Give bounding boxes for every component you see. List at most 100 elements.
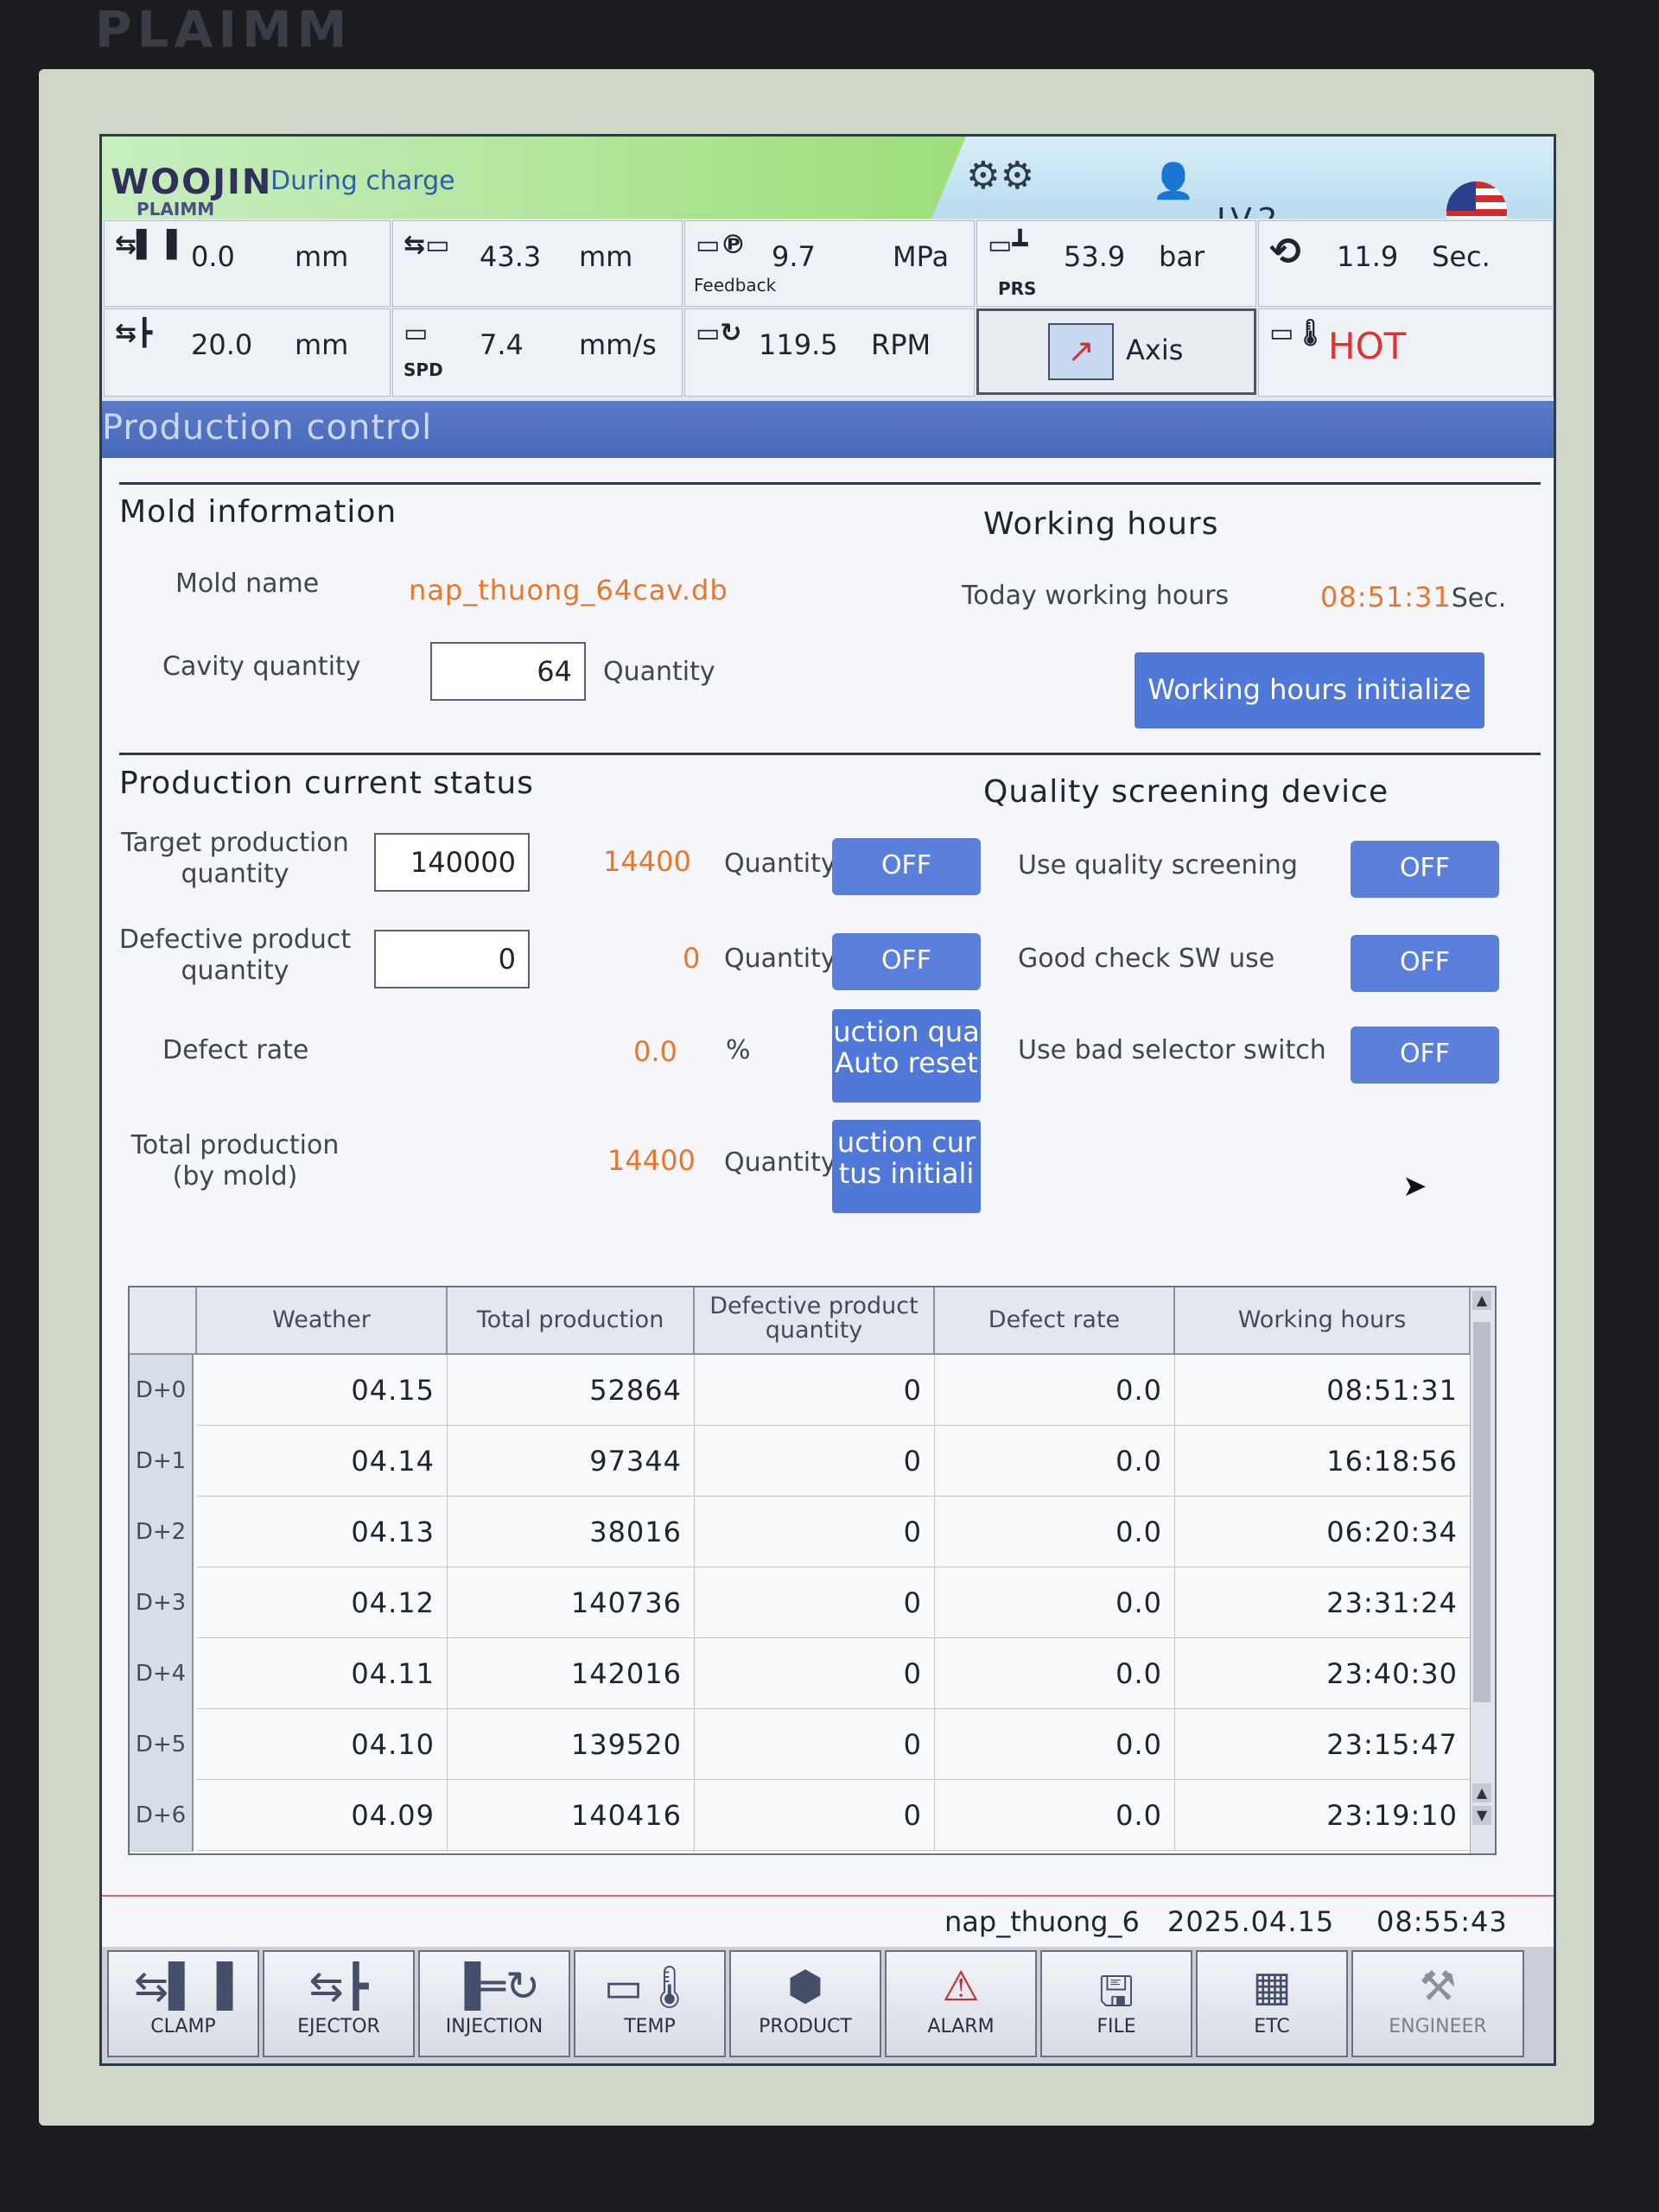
row-header: D+0 — [130, 1355, 194, 1427]
production-history-table: Weather Total production Defective produ… — [128, 1286, 1497, 1855]
cell-date: 04.09 — [197, 1780, 448, 1851]
cell-date: 04.11 — [197, 1638, 448, 1709]
nav-alarm[interactable]: ⚠ ALARM — [885, 1950, 1037, 2057]
axis-button[interactable]: ↗ Axis — [976, 308, 1256, 395]
cell-rate: 0.0 — [935, 1567, 1175, 1638]
defective-quantity-unit: Quantity — [724, 944, 836, 974]
row-header: D+4 — [130, 1638, 194, 1710]
clamp-position-cell: ⇆▌▐ 0.0 mm — [104, 220, 391, 307]
nav-injection[interactable]: ▐═↻ INJECTION — [418, 1950, 570, 2057]
status-initialize-line2: tus initiali — [838, 1157, 975, 1190]
nav-file[interactable]: 🖫 FILE — [1040, 1950, 1192, 2057]
table-corner-header — [130, 1287, 197, 1355]
nav-label: ENGINEER — [1389, 2016, 1487, 2037]
target-quantity-toggle[interactable]: OFF — [832, 838, 981, 895]
footer-status-bar: nap_thuong_6 2025.04.15 08:55:43 — [102, 1895, 1554, 1948]
cell-defective: 0 — [695, 1355, 935, 1426]
target-quantity-input[interactable]: 140000 — [374, 833, 530, 892]
cell-date: 04.12 — [197, 1567, 448, 1638]
nav-temp[interactable]: ▭🌡 TEMP — [574, 1950, 726, 2057]
settings-gear-icon[interactable]: ⚙⚙ — [966, 154, 1034, 198]
rpm-cell: ▭↻ 119.5 RPM — [684, 308, 975, 397]
ejector-nav-icon: ⇆┣ — [308, 1962, 369, 2011]
product-nav-icon: ⬢ — [787, 1962, 823, 2011]
speed-cell: ▭ SPD 7.4 mm/s — [392, 308, 683, 397]
row-header: D+3 — [130, 1567, 194, 1639]
column-header-rate: Defect rate — [935, 1287, 1175, 1355]
target-quantity-current: 14400 — [603, 845, 691, 878]
cell-hours: 06:20:34 — [1175, 1497, 1471, 1567]
scroll-thumb[interactable] — [1473, 1322, 1491, 1702]
cell-rate: 0.0 — [935, 1709, 1175, 1780]
defective-quantity-input[interactable]: 0 — [374, 930, 530, 988]
screw-position-value: 43.3 — [480, 240, 542, 273]
thermometer-nav-icon: ▭🌡 — [603, 1963, 696, 2012]
quality-item-label: Use bad selector switch — [1018, 1035, 1326, 1065]
pressure-feedback-cell: ▭℗ Feedback 9.7 MPa — [684, 220, 975, 307]
cell-rate: 0.0 — [935, 1426, 1175, 1497]
scroll-up-small-icon[interactable]: ▲ — [1472, 1783, 1491, 1802]
nav-ejector[interactable]: ⇆┣ EJECTOR — [263, 1950, 415, 2057]
nav-label: EJECTOR — [297, 2016, 380, 2037]
auto-reset-line2: Auto reset — [835, 1046, 978, 1079]
cell-hours: 08:51:31 — [1175, 1355, 1471, 1426]
nav-label: PRODUCT — [759, 2016, 852, 2037]
speed-icon: ▭ — [404, 318, 429, 348]
prs-unit: bar — [1159, 240, 1205, 273]
nav-product[interactable]: ⬢ PRODUCT — [729, 1950, 881, 2057]
cell-date: 04.13 — [197, 1497, 448, 1567]
cell-date: 04.10 — [197, 1709, 448, 1780]
alarm-warning-icon: ⚠ — [942, 1962, 980, 2011]
machine-status: During charge — [270, 166, 455, 196]
pressure-unit: MPa — [893, 240, 950, 273]
heater-icon: ▭🌡 — [1269, 318, 1327, 348]
good-check-switch-toggle[interactable]: OFF — [1351, 935, 1499, 992]
working-hours-heading: Working hours — [983, 506, 1219, 542]
ejector-icon: ⇆┣ — [115, 318, 153, 348]
today-working-hours-readout: 08:51:31Sec. — [1320, 581, 1506, 613]
grid-menu-icon: ▦ — [1252, 1962, 1292, 2011]
nav-engineer[interactable]: ⚒ ENGINEER — [1351, 1950, 1524, 2057]
target-quantity-label-line2: quantity — [181, 859, 289, 889]
cell-defective: 0 — [695, 1709, 935, 1780]
axis-label: Axis — [1126, 334, 1184, 366]
mouse-cursor-icon: ➤ — [1402, 1169, 1427, 1204]
cell-rate: 0.0 — [935, 1780, 1175, 1851]
auto-reset-line1: uction qua — [833, 1015, 980, 1048]
temperature-status-cell[interactable]: ▭🌡 HOT — [1258, 308, 1554, 397]
nav-clamp[interactable]: ⇆▌▐ CLAMP — [107, 1950, 259, 2057]
divider — [119, 753, 1541, 755]
cavity-quantity-input[interactable]: 64 — [430, 642, 586, 701]
table-scrollbar[interactable]: ▲ ▲ ▼ — [1470, 1287, 1495, 1853]
row-header: D+2 — [130, 1497, 194, 1568]
target-quantity-label: Target production quantity — [114, 828, 356, 890]
pressure-value: 9.7 — [772, 240, 816, 273]
cell-hours: 16:18:56 — [1175, 1426, 1471, 1497]
rpm-unit: RPM — [871, 328, 931, 361]
clamp-nav-icon: ⇆▌▐ — [133, 1962, 233, 2011]
speed-unit: mm/s — [579, 328, 657, 361]
footer-date: 2025.04.15 — [1167, 1905, 1335, 1938]
nav-etc[interactable]: ▦ ETC — [1196, 1950, 1348, 2057]
scroll-up-icon[interactable]: ▲ — [1472, 1291, 1491, 1310]
mold-info-heading: Mold information — [119, 494, 397, 530]
ejector-position-value: 20.0 — [191, 328, 253, 361]
working-hours-initialize-button[interactable]: Working hours initialize — [1135, 652, 1484, 728]
quantity-auto-reset-button[interactable]: uction qua Auto reset — [832, 1009, 981, 1103]
cell-hours: 23:31:24 — [1175, 1567, 1471, 1638]
status-initialize-button[interactable]: uction cur tus initiali — [832, 1120, 981, 1213]
user-icon[interactable]: 👤 — [1152, 161, 1195, 201]
hmi-screen: WOOJIN PLAIMM During charge ⚙⚙ 👤 LV.2 ⇆▌… — [99, 134, 1556, 2066]
scroll-down-icon[interactable]: ▼ — [1472, 1806, 1491, 1825]
today-working-hours-unit: Sec. — [1451, 583, 1507, 613]
quality-item-label: Use quality screening — [1018, 850, 1298, 880]
cavity-quantity-unit: Quantity — [603, 657, 715, 687]
defective-quantity-toggle[interactable]: OFF — [832, 933, 981, 990]
rpm-value: 119.5 — [759, 328, 838, 361]
screw-position-cell: ⇆▭ 43.3 mm — [392, 220, 683, 307]
cell-hours: 23:15:47 — [1175, 1709, 1471, 1780]
speed-icon-label: SPD — [404, 359, 443, 380]
page-title: Production control — [102, 408, 433, 448]
bad-selector-switch-toggle[interactable]: OFF — [1351, 1027, 1499, 1084]
quality-screening-toggle[interactable]: OFF — [1351, 841, 1499, 898]
